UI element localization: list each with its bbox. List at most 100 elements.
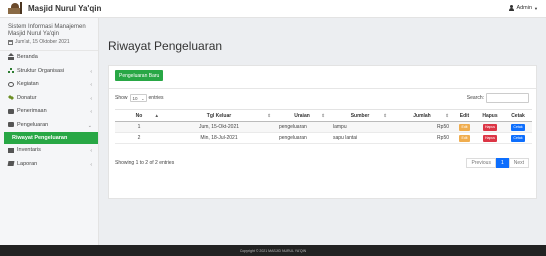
column-header-edit: Edit [453,109,476,122]
sidebar-item-label: Kegiatan [17,81,39,88]
admin-label: Admin [516,5,533,11]
sidebar-item-struktur-organisasi[interactable]: Struktur Organisasi ‹ [0,65,98,79]
sidebar-item-label: Penerimaan [17,108,47,115]
column-header-tgl-keluar[interactable]: Tgl Keluar ⇕ [163,109,275,122]
system-title: Sistem Informasi Manajemen Masjid Nurul … [8,24,86,37]
table-search: Search: [467,93,529,103]
sidebar-item-riwayat-pengeluaran[interactable]: Riwayat Pengeluaran [4,132,98,144]
delete-button[interactable]: Hapus [482,123,498,131]
expense-table: No ▲ Tgl Keluar ⇕ Uraian ⇕ Sumber ⇕ Jumlah ⇕ … [115,109,532,144]
sidebar: Sistem Informasi Manajemen Masjid Nurul … [0,18,99,245]
sidebar-item-label: Struktur Organisasi [17,67,65,74]
home-icon [8,52,14,60]
chevron-left-icon: ‹ [90,82,92,88]
table-icon [8,147,14,153]
table-row: 2 Min, 18-Jul-2021 pengeluaran sapu lant… [115,132,532,144]
column-header-uraian[interactable]: Uraian ⇕ [275,109,329,122]
sidebar-item-laporan[interactable]: Laporan ‹ [0,158,98,172]
sidebar-item-label: Riwayat Pengeluaran [12,134,68,141]
cell-tgl-keluar: Min, 18-Jul-2021 [163,132,275,144]
cell-hapus: Hapus [476,121,504,133]
print-button[interactable]: Cetak [511,123,525,131]
user-icon [509,5,515,11]
date-label: Jum'at, 15 Oktober 2021 [15,39,70,45]
sidebar-item-label: Inventaris [17,147,41,154]
pagination: Previous 1 Next [466,158,529,168]
folder-icon [8,122,14,128]
sitemap-icon [8,68,14,74]
chevron-down-icon: ⌄ [141,95,145,101]
sidebar-item-label: Pengeluaran [17,121,49,128]
admin-menu[interactable]: Admin ▼ [509,5,538,11]
cell-edit: Edit [453,132,476,144]
main-content: Riwayat Pengeluaran Pengeluaran Baru Sho… [99,18,546,245]
edit-button[interactable]: Edit [459,123,470,131]
search-label: Search: [466,95,484,101]
table-header-row: No ▲ Tgl Keluar ⇕ Uraian ⇕ Sumber ⇕ Jumlah ⇕ … [115,109,532,122]
cell-cetak: Cetak [504,132,532,144]
sidebar-nav: Beranda Struktur Organisasi ‹ Kegiatan ‹… [0,50,98,171]
column-header-no[interactable]: No ▲ [115,109,163,122]
table-info: Showing 1 to 2 of 2 entries [115,160,175,166]
chevron-left-icon: ‹ [90,68,92,75]
folder-icon [8,108,14,114]
column-header-sumber[interactable]: Sumber ⇕ [329,109,391,122]
data-card: Pengeluaran Baru Show 10 ⌄ entries Searc… [108,65,537,199]
sort-icon: ⇕ [445,113,449,118]
cell-no: 1 [115,121,163,133]
pagination-previous[interactable]: Previous [466,158,496,168]
sidebar-item-label: Laporan [17,160,38,167]
pagination-page-1[interactable]: 1 [495,158,509,168]
sidebar-item-label: Donatur [17,94,37,101]
add-expense-button[interactable]: Pengeluaran Baru [115,70,164,81]
cell-sumber: lampu [329,121,391,133]
column-header-cetak: Cetak [504,109,532,122]
cell-edit: Edit [453,121,476,133]
sort-asc-icon: ▲ [154,113,159,118]
sidebar-item-beranda[interactable]: Beranda [0,51,98,65]
chevron-left-icon: ‹ [90,148,92,154]
table-row: 1 Jum, 15-Okt-2021 pengeluaran lampu Rp5… [115,121,532,133]
divider [109,88,536,89]
sort-icon: ⇕ [383,113,387,118]
show-label: Show [115,95,128,101]
entries-label: entries [148,95,164,101]
footer-copyright: Copyright © 2021 MASJID NURUL YA'QIN [0,245,546,256]
entries-select-value: 10 [132,95,138,101]
column-header-hapus: Hapus [476,109,504,122]
sort-icon: ⇕ [321,113,325,118]
sidebar-item-pengeluaran[interactable]: Pengeluaran ⌄ [0,119,98,133]
cell-sumber: sapu lantai [329,132,391,144]
cell-uraian: pengeluaran [275,132,329,144]
sidebar-item-inventaris[interactable]: Inventaris ‹ [0,144,98,158]
sort-icon: ⇕ [267,113,271,118]
cell-hapus: Hapus [476,132,504,144]
current-date: Jum'at, 15 Oktober 2021 [0,38,98,45]
cell-jumlah: Rp50 [391,132,453,144]
column-header-jumlah[interactable]: Jumlah ⇕ [391,109,453,122]
book-icon [7,161,15,167]
chevron-down-icon: ⌄ [87,122,92,129]
pagination-next[interactable]: Next [508,158,529,168]
sidebar-item-kegiatan[interactable]: Kegiatan ‹ [0,78,98,92]
edit-button[interactable]: Edit [459,134,470,142]
print-button[interactable]: Cetak [511,134,525,142]
cell-no: 2 [115,132,163,144]
caret-down-icon: ▼ [534,5,538,11]
brand-title[interactable]: Masjid Nurul Ya'qin [28,4,101,13]
cell-uraian: pengeluaran [275,121,329,133]
mosque-logo-icon [8,2,22,14]
chevron-left-icon: ‹ [90,109,92,115]
entries-length-control: Show 10 ⌄ entries [115,94,164,102]
search-input[interactable] [486,93,529,103]
cell-jumlah: Rp50 [391,121,453,133]
page-title: Riwayat Pengeluaran [108,39,223,53]
calendar-icon [8,39,13,45]
users-icon [8,95,14,101]
sidebar-item-penerimaan[interactable]: Penerimaan ‹ [0,105,98,119]
sidebar-item-label: Beranda [17,54,38,61]
sidebar-item-donatur[interactable]: Donatur ‹ [0,92,98,106]
cell-tgl-keluar: Jum, 15-Okt-2021 [163,121,275,133]
entries-select[interactable]: 10 ⌄ [129,94,147,102]
delete-button[interactable]: Hapus [482,134,498,142]
